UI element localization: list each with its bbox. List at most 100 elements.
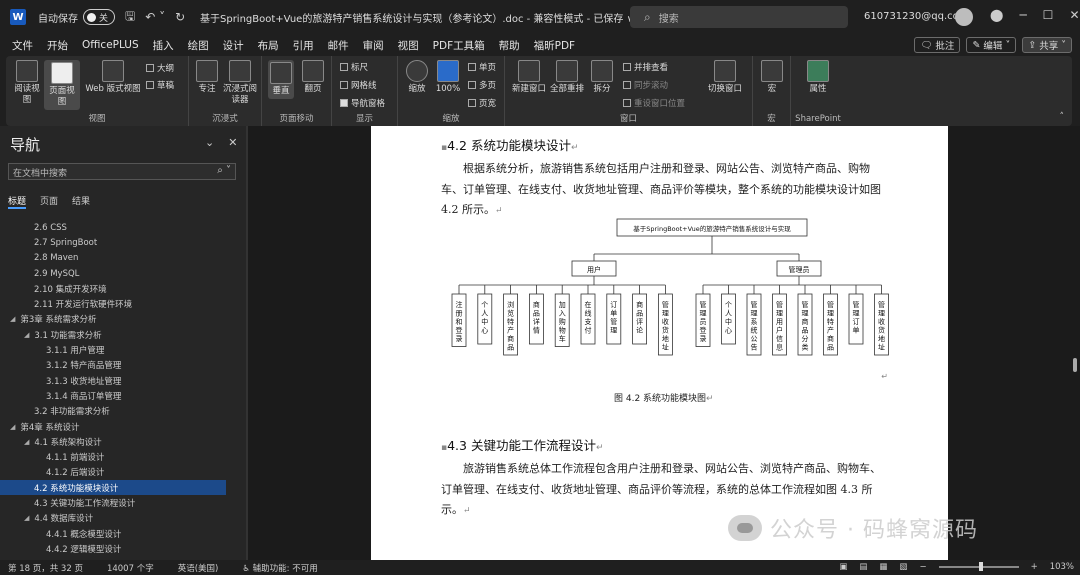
- nav-heading-item[interactable]: 4.2 系统功能模块设计: [0, 480, 226, 496]
- tab-foxit-pdf[interactable]: 福昕PDF: [534, 36, 575, 55]
- nav-heading-item[interactable]: 4.3 关键功能工作流程设计: [0, 495, 246, 510]
- switch-window-button[interactable]: 切换窗口: [705, 60, 745, 95]
- focus-button[interactable]: 专注: [195, 60, 219, 95]
- expand-arrow-icon[interactable]: ◢: [24, 438, 29, 446]
- page-count[interactable]: 第 18 页，共 32 页: [8, 562, 83, 574]
- one-page-button[interactable]: 单页: [468, 61, 496, 73]
- zoom-slider[interactable]: [938, 562, 1019, 571]
- tab-help[interactable]: 帮助: [499, 36, 520, 55]
- copilot-icon[interactable]: ⬤: [990, 8, 1003, 22]
- document-page[interactable]: ▪4.2 系统功能模块设计↵ 根据系统分析，旅游销售系统包括用户注册和登录、网站…: [371, 126, 948, 560]
- expand-arrow-icon[interactable]: ◢: [24, 331, 29, 339]
- nav-heading-item[interactable]: 3.1.3 收货地址管理: [0, 373, 246, 388]
- nav-heading-item[interactable]: 2.9 MySQL: [0, 266, 246, 281]
- nav-heading-item[interactable]: 3.1.4 商品订单管理: [0, 388, 246, 403]
- redo-icon[interactable]: ↻: [175, 10, 185, 24]
- print-layout-status-icon[interactable]: ▦: [879, 562, 887, 572]
- focus-mode-icon[interactable]: ▣: [839, 562, 847, 572]
- share-button[interactable]: ⇪ 共享 ˅: [1022, 37, 1072, 53]
- draft-button[interactable]: 草稿: [146, 79, 174, 91]
- page-width-button[interactable]: 页宽: [468, 97, 496, 109]
- search-box[interactable]: ⌕ 搜索: [630, 6, 848, 28]
- close-icon[interactable]: ✕: [1069, 8, 1079, 22]
- zoom-button[interactable]: 缩放: [404, 60, 430, 95]
- side-by-side-button[interactable]: 并排查看: [623, 61, 668, 73]
- web-layout-status-icon[interactable]: ▧: [899, 562, 907, 572]
- reset-window-position-button[interactable]: 重设窗口位置: [623, 97, 685, 109]
- nav-heading-item[interactable]: 4.4.2 逻辑模型设计: [0, 541, 246, 556]
- nav-options-icon[interactable]: ⌄: [205, 136, 214, 149]
- nav-heading-item[interactable]: ◢ 第3章 系统需求分析: [0, 312, 246, 327]
- tab-mailings[interactable]: 邮件: [328, 36, 349, 55]
- tab-view[interactable]: 视图: [397, 36, 419, 58]
- read-mode-button[interactable]: 阅读视图: [12, 60, 42, 106]
- macros-button[interactable]: 宏: [759, 60, 785, 95]
- accessibility-status[interactable]: ♿ 辅助功能: 不可用: [242, 562, 317, 574]
- comments-button[interactable]: 🗨 批注: [914, 37, 961, 53]
- maximize-icon[interactable]: ☐: [1043, 8, 1054, 22]
- zoom-100-button[interactable]: 100%: [434, 60, 462, 95]
- nav-heading-item[interactable]: 2.8 Maven: [0, 251, 246, 266]
- language[interactable]: 英语(美国): [178, 562, 219, 574]
- nav-tab-results[interactable]: 结果: [72, 194, 90, 209]
- nav-pane-checkbox[interactable]: 导航窗格: [340, 97, 385, 109]
- nav-heading-item[interactable]: 2.11 开发运行软硬件环境: [0, 296, 246, 311]
- sync-scroll-button[interactable]: 同步滚动: [623, 79, 668, 91]
- gridlines-checkbox[interactable]: 网格线: [340, 79, 377, 91]
- tab-design[interactable]: 设计: [223, 36, 244, 55]
- split-button[interactable]: 拆分: [589, 60, 615, 95]
- nav-heading-item[interactable]: ◢ 3.1 功能需求分析: [0, 327, 246, 342]
- outline-button[interactable]: 大纲: [146, 62, 174, 74]
- zoom-level[interactable]: 103%: [1050, 562, 1074, 572]
- nav-heading-item[interactable]: 3.1.1 用户管理: [0, 342, 246, 357]
- expand-arrow-icon[interactable]: ◢: [10, 315, 15, 323]
- tab-insert[interactable]: 插入: [153, 36, 174, 55]
- nav-heading-item[interactable]: 4.1.1 前端设计: [0, 449, 246, 464]
- nav-heading-item[interactable]: 2.7 SpringBoot: [0, 235, 246, 250]
- vertical-scrollbar[interactable]: [1073, 358, 1077, 372]
- nav-close-icon[interactable]: ✕: [228, 136, 237, 149]
- immersive-reader-button[interactable]: 沉浸式阅读器: [223, 60, 257, 106]
- tab-review[interactable]: 审阅: [363, 36, 384, 55]
- nav-heading-item[interactable]: 3.1.2 特产商品管理: [0, 358, 246, 373]
- vertical-button[interactable]: 垂直: [268, 60, 294, 99]
- nav-tab-headings[interactable]: 标题: [8, 194, 27, 209]
- collapse-ribbon-icon[interactable]: ˄: [1060, 112, 1065, 122]
- tab-pdf-toolbox[interactable]: PDF工具箱: [433, 36, 485, 55]
- zoom-in-icon[interactable]: +: [1031, 562, 1038, 572]
- search-icon[interactable]: ⌕ ˅: [217, 165, 231, 176]
- nav-heading-item[interactable]: ◢ 4.4 数据库设计: [0, 511, 246, 526]
- tab-home[interactable]: 开始: [47, 36, 68, 55]
- avatar[interactable]: [955, 8, 973, 26]
- tab-references[interactable]: 引用: [293, 36, 314, 55]
- side-to-side-button[interactable]: 翻页: [300, 60, 326, 95]
- nav-heading-item[interactable]: 4.4.1 概念模型设计: [0, 526, 246, 541]
- properties-button[interactable]: 属性: [805, 60, 831, 95]
- save-icon[interactable]: 🖫: [125, 7, 135, 28]
- read-mode-status-icon[interactable]: ▤: [859, 562, 867, 572]
- tab-officeplus[interactable]: OfficePLUS: [82, 37, 139, 53]
- nav-search-input[interactable]: 在文档中搜索 ⌕ ˅: [8, 163, 236, 180]
- ruler-checkbox[interactable]: 标尺: [340, 61, 368, 73]
- tab-file[interactable]: 文件: [12, 36, 33, 55]
- tab-draw[interactable]: 绘图: [188, 36, 209, 55]
- web-layout-button[interactable]: Web 版式视图: [84, 60, 142, 95]
- undo-icon[interactable]: ↶ ˅: [145, 10, 165, 24]
- nav-heading-item[interactable]: 4.1.2 后端设计: [0, 465, 246, 480]
- autosave-toggle[interactable]: 关: [83, 9, 115, 25]
- arrange-all-button[interactable]: 全部重排: [549, 60, 585, 95]
- tab-layout[interactable]: 布局: [258, 36, 279, 55]
- multiple-pages-button[interactable]: 多页: [468, 79, 496, 91]
- print-layout-button[interactable]: 页面视图: [44, 60, 80, 110]
- new-window-button[interactable]: 新建窗口: [511, 60, 547, 95]
- minimize-icon[interactable]: ─: [1019, 8, 1026, 22]
- expand-arrow-icon[interactable]: ◢: [24, 514, 29, 522]
- nav-heading-item[interactable]: ◢ 第4章 系统设计: [0, 419, 246, 434]
- nav-heading-item[interactable]: 3.2 非功能需求分析: [0, 404, 246, 419]
- nav-heading-item[interactable]: 2.6 CSS: [0, 220, 246, 235]
- word-count[interactable]: 14007 个字: [107, 562, 154, 574]
- editing-button[interactable]: ✎ 编辑 ˅: [966, 37, 1017, 53]
- zoom-out-icon[interactable]: −: [919, 562, 926, 572]
- nav-heading-item[interactable]: 2.10 集成开发环境: [0, 281, 246, 296]
- expand-arrow-icon[interactable]: ◢: [10, 423, 15, 431]
